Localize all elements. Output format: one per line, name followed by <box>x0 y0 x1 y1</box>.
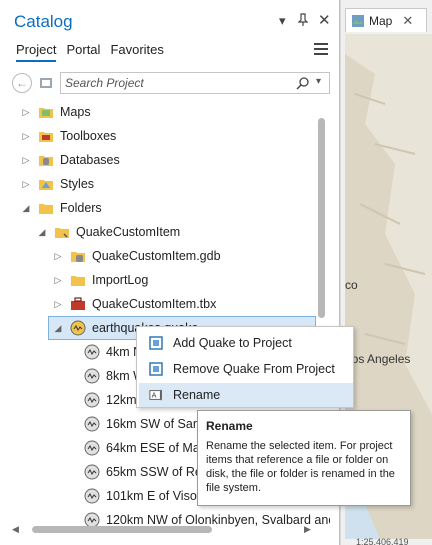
tree-item-label: ImportLog <box>92 273 149 287</box>
map-icon <box>352 14 364 27</box>
map-place-label: co <box>345 278 358 292</box>
search-input[interactable] <box>65 76 285 90</box>
tree-item-label: Databases <box>60 153 120 167</box>
expand-icon[interactable]: ▷ <box>20 179 32 190</box>
add-quake-icon <box>149 336 163 350</box>
databases-folder-icon <box>39 156 53 166</box>
tree-item-gdb[interactable]: ▷ QuakeCustomItem.gdb <box>52 244 221 268</box>
scrollbar-thumb[interactable] <box>318 118 325 318</box>
tab-portal[interactable]: Portal <box>66 42 100 62</box>
quake-icon <box>84 368 100 384</box>
quake-icon <box>84 464 100 480</box>
horizontal-scrollbar[interactable]: ◀ ▶ <box>12 524 312 534</box>
search-icon[interactable] <box>296 76 310 90</box>
expand-icon[interactable]: ▷ <box>52 275 64 286</box>
menu-item-remove-quake[interactable]: Remove Quake From Project <box>139 357 353 381</box>
rename-icon: A <box>149 389 162 401</box>
quake-icon <box>84 392 100 408</box>
tab-project[interactable]: Project <box>16 42 57 62</box>
tree-item-label: Toolboxes <box>60 129 117 143</box>
context-menu: Add Quake to Project Remove Quake From P… <box>136 326 354 408</box>
pane-title: Catalog <box>14 12 73 31</box>
expand-icon[interactable]: ▷ <box>20 131 32 142</box>
tree-item-importlog[interactable]: ▷ ImportLog <box>52 268 149 292</box>
menu-item-label: Add Quake to Project <box>173 336 292 350</box>
close-icon[interactable]: ✕ <box>402 13 413 29</box>
quake-file-icon <box>70 320 86 336</box>
tree-item-label: Maps <box>60 105 91 119</box>
remove-quake-icon <box>149 362 163 376</box>
tree-item-label: Styles <box>60 177 95 191</box>
maps-folder-icon <box>39 108 53 118</box>
tooltip-body: Rename the selected item. For project it… <box>206 440 395 494</box>
menu-item-label: Rename <box>173 388 221 402</box>
pin-icon[interactable] <box>297 13 309 31</box>
tab-map[interactable]: Map ✕ <box>345 8 427 32</box>
tree-item-styles[interactable]: ▷ Styles <box>20 172 95 196</box>
folders-folder-icon <box>39 204 53 214</box>
tree-item-label: Folders <box>60 201 102 215</box>
toolboxes-folder-icon <box>39 132 53 142</box>
menu-icon[interactable] <box>314 43 328 58</box>
tab-favorites[interactable]: Favorites <box>110 42 163 62</box>
tree-item-label: QuakeCustomItem.gdb <box>92 249 221 263</box>
folder-icon <box>71 276 85 286</box>
tree-item-label: QuakeCustomItem.tbx <box>92 297 217 311</box>
svg-text:A: A <box>152 392 157 400</box>
menu-item-rename[interactable]: A Rename <box>139 383 353 407</box>
styles-folder-icon <box>39 180 53 190</box>
scroll-right-icon[interactable]: ▶ <box>304 524 311 535</box>
menu-item-add-quake[interactable]: Add Quake to Project <box>139 331 353 355</box>
close-icon[interactable]: ✕ <box>318 13 331 29</box>
collapse-icon[interactable]: ◢ <box>36 227 48 238</box>
folder-icon <box>55 228 69 238</box>
expand-icon[interactable]: ▷ <box>20 107 32 118</box>
chevron-down-icon[interactable]: ▾ <box>316 76 321 87</box>
tree-item-tbx[interactable]: ▷ QuakeCustomItem.tbx <box>52 292 217 316</box>
tooltip-title: Rename <box>206 419 253 433</box>
tree-item-maps[interactable]: ▷ Maps <box>20 100 91 124</box>
tree-item-databases[interactable]: ▷ Databases <box>20 148 120 172</box>
collapse-icon[interactable]: ◢ <box>52 323 64 334</box>
project-home-icon[interactable] <box>38 75 54 91</box>
quake-icon <box>84 440 100 456</box>
tooltip: Rename Rename the selected item. For pro… <box>197 410 411 506</box>
map-scale[interactable]: 1:25,406,419 <box>356 537 409 545</box>
toolbox-icon <box>71 297 85 310</box>
back-arrow-icon[interactable]: ← <box>12 73 32 93</box>
geodatabase-icon <box>71 252 85 262</box>
scroll-left-icon[interactable]: ◀ <box>12 524 19 535</box>
tree-item-label: QuakeCustomItem <box>76 225 181 239</box>
pane-options-icon[interactable]: ▾ <box>279 13 286 29</box>
quake-icon <box>84 344 100 360</box>
tree-item-folders[interactable]: ◢ Folders <box>20 196 102 220</box>
expand-icon[interactable]: ▷ <box>52 299 64 310</box>
map-place-label: Los Angeles <box>345 352 411 366</box>
map-tab-label: Map <box>369 13 393 28</box>
menu-item-label: Remove Quake From Project <box>173 362 335 376</box>
collapse-icon[interactable]: ◢ <box>20 203 32 214</box>
quake-icon <box>84 488 100 504</box>
quake-icon <box>84 416 100 432</box>
tree-item-quakecustomitem[interactable]: ◢ QuakeCustomItem <box>36 220 181 244</box>
search-box: ▾ <box>60 72 330 94</box>
expand-icon[interactable]: ▷ <box>20 155 32 166</box>
expand-icon[interactable]: ▷ <box>52 251 64 262</box>
tree-item-toolboxes[interactable]: ▷ Toolboxes <box>20 124 117 148</box>
scrollbar-thumb[interactable] <box>32 526 212 533</box>
